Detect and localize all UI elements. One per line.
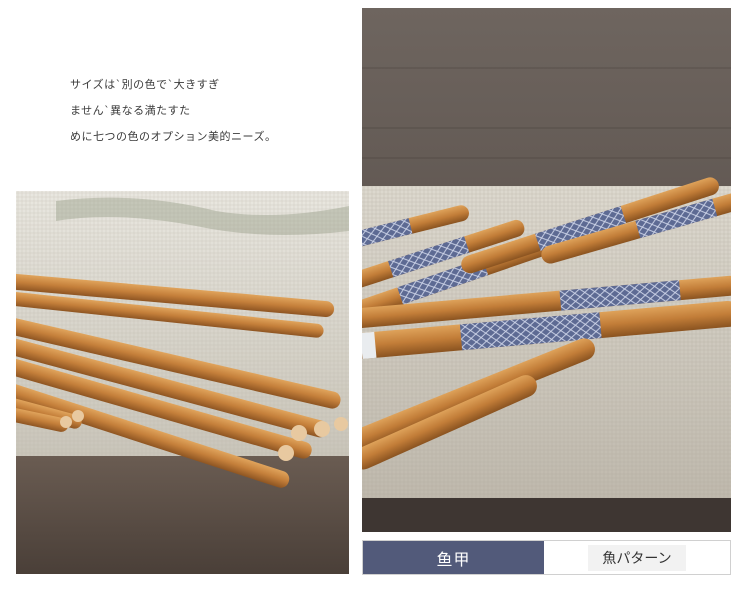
pattern-option-selector: 鱼甲 魚パターン bbox=[362, 540, 731, 575]
option-fish-pattern[interactable]: 魚パターン bbox=[544, 541, 730, 574]
description-line-2: ません`異なる満たすた bbox=[70, 104, 191, 117]
option-fish-shell-selected[interactable]: 鱼甲 bbox=[363, 541, 544, 574]
option-other-label: 魚パターン bbox=[588, 544, 686, 571]
description-line-3: めに七つの色のオプション美的ニーズ。 bbox=[70, 130, 277, 143]
option-selected-label: 鱼甲 bbox=[436, 549, 471, 569]
chopsticks-closeup-illustration bbox=[16, 191, 349, 574]
product-description: サイズは`別の色で`大きすぎ ません`異なる満たすた めに七つの色のオプション美… bbox=[70, 72, 330, 150]
patterned-chopsticks-photo bbox=[362, 8, 731, 532]
patterned-chopsticks-illustration bbox=[362, 8, 731, 532]
chopsticks-closeup-photo bbox=[16, 191, 349, 574]
description-line-1: サイズは`別の色で`大きすぎ bbox=[70, 78, 220, 91]
